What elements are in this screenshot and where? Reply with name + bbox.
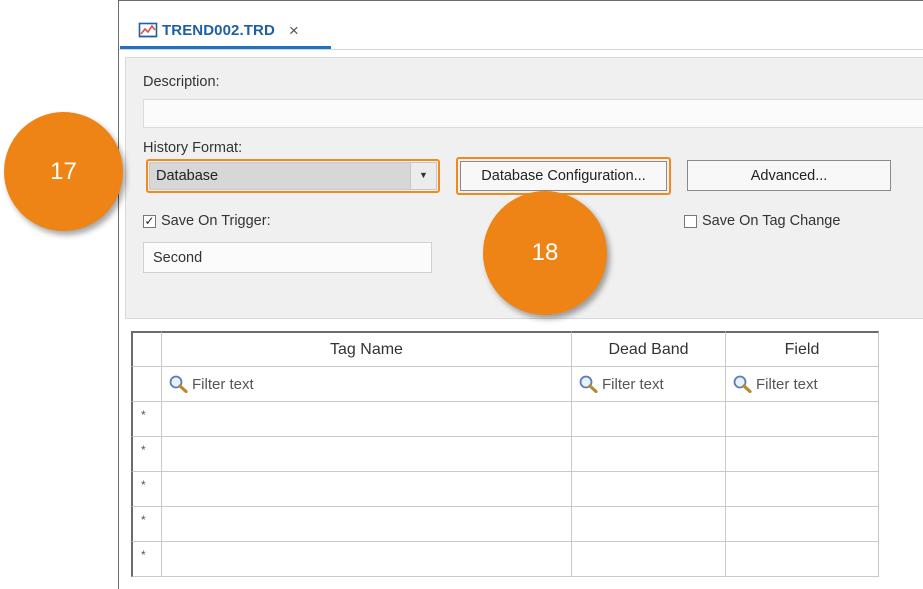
database-configuration-highlight — [456, 157, 671, 195]
cell-dead-band[interactable] — [572, 542, 726, 577]
tab-strip-divider — [119, 49, 923, 50]
save-on-trigger-label: Save On Trigger: — [161, 213, 271, 229]
new-row-marker: * — [131, 472, 162, 507]
cell-dead-band[interactable] — [572, 402, 726, 437]
history-format-highlight — [146, 159, 440, 193]
cell-dead-band[interactable] — [572, 472, 726, 507]
table-row[interactable]: * — [131, 507, 891, 542]
table-row[interactable]: * — [131, 472, 891, 507]
filter-row-header — [131, 367, 162, 402]
cell-dead-band[interactable] — [572, 507, 726, 542]
table-row[interactable]: * — [131, 542, 891, 577]
step-callout-17: 17 — [4, 112, 123, 231]
trigger-field[interactable]: Second — [143, 242, 432, 273]
filter-field[interactable]: Filter text — [726, 367, 879, 402]
cell-field[interactable] — [726, 402, 879, 437]
tab-title: TREND002.TRD — [162, 21, 275, 39]
search-icon — [578, 375, 598, 394]
filter-tag-name[interactable]: Filter text — [162, 367, 572, 402]
grid-header-row: Tag Name Dead Band Field — [131, 331, 891, 367]
search-icon — [168, 375, 188, 394]
history-format-label: History Format: — [143, 140, 243, 156]
column-header-tag-name[interactable]: Tag Name — [162, 331, 572, 367]
step-callout-18: 18 — [483, 191, 607, 315]
cell-tag-name[interactable] — [162, 437, 572, 472]
save-on-tag-change-label: Save On Tag Change — [702, 213, 841, 229]
cell-field[interactable] — [726, 472, 879, 507]
save-on-tag-change-checkbox[interactable]: Save On Tag Change — [684, 213, 840, 229]
column-header-field[interactable]: Field — [726, 331, 879, 367]
trigger-value: Second — [153, 250, 203, 266]
cell-field[interactable] — [726, 542, 879, 577]
cell-dead-band[interactable] — [572, 437, 726, 472]
cell-tag-name[interactable] — [162, 507, 572, 542]
table-row[interactable]: * — [131, 437, 891, 472]
tab-strip: TREND002.TRD × — [119, 1, 923, 50]
column-header-dead-band[interactable]: Dead Band — [572, 331, 726, 367]
new-row-marker: * — [131, 542, 162, 577]
table-row[interactable]: * — [131, 402, 891, 437]
description-label: Description: — [143, 74, 220, 90]
advanced-button[interactable]: Advanced... — [687, 160, 891, 191]
row-header-corner — [131, 331, 162, 367]
cell-field[interactable] — [726, 507, 879, 542]
trend-chart-icon — [138, 21, 158, 39]
save-on-trigger-checkbox[interactable]: ✓ Save On Trigger: — [143, 213, 271, 229]
cell-tag-name[interactable] — [162, 402, 572, 437]
grid-filter-row: Filter text Filter text Filter text — [131, 367, 891, 402]
filter-placeholder: Filter text — [602, 375, 664, 393]
filter-placeholder: Filter text — [192, 375, 254, 393]
description-field[interactable] — [143, 99, 923, 128]
filter-dead-band[interactable]: Filter text — [572, 367, 726, 402]
new-row-marker: * — [131, 507, 162, 542]
new-row-marker: * — [131, 402, 162, 437]
search-icon — [732, 375, 752, 394]
tag-grid: Tag Name Dead Band Field Filter text Fil… — [131, 331, 891, 589]
close-icon[interactable]: × — [289, 22, 299, 39]
cell-field[interactable] — [726, 437, 879, 472]
filter-placeholder: Filter text — [756, 375, 818, 393]
tab-trend-document[interactable]: TREND002.TRD × — [120, 11, 331, 49]
new-row-marker: * — [131, 437, 162, 472]
checkbox-unchecked-icon — [684, 214, 697, 228]
checkbox-checked-icon: ✓ — [143, 213, 156, 228]
cell-tag-name[interactable] — [162, 472, 572, 507]
cell-tag-name[interactable] — [162, 542, 572, 577]
